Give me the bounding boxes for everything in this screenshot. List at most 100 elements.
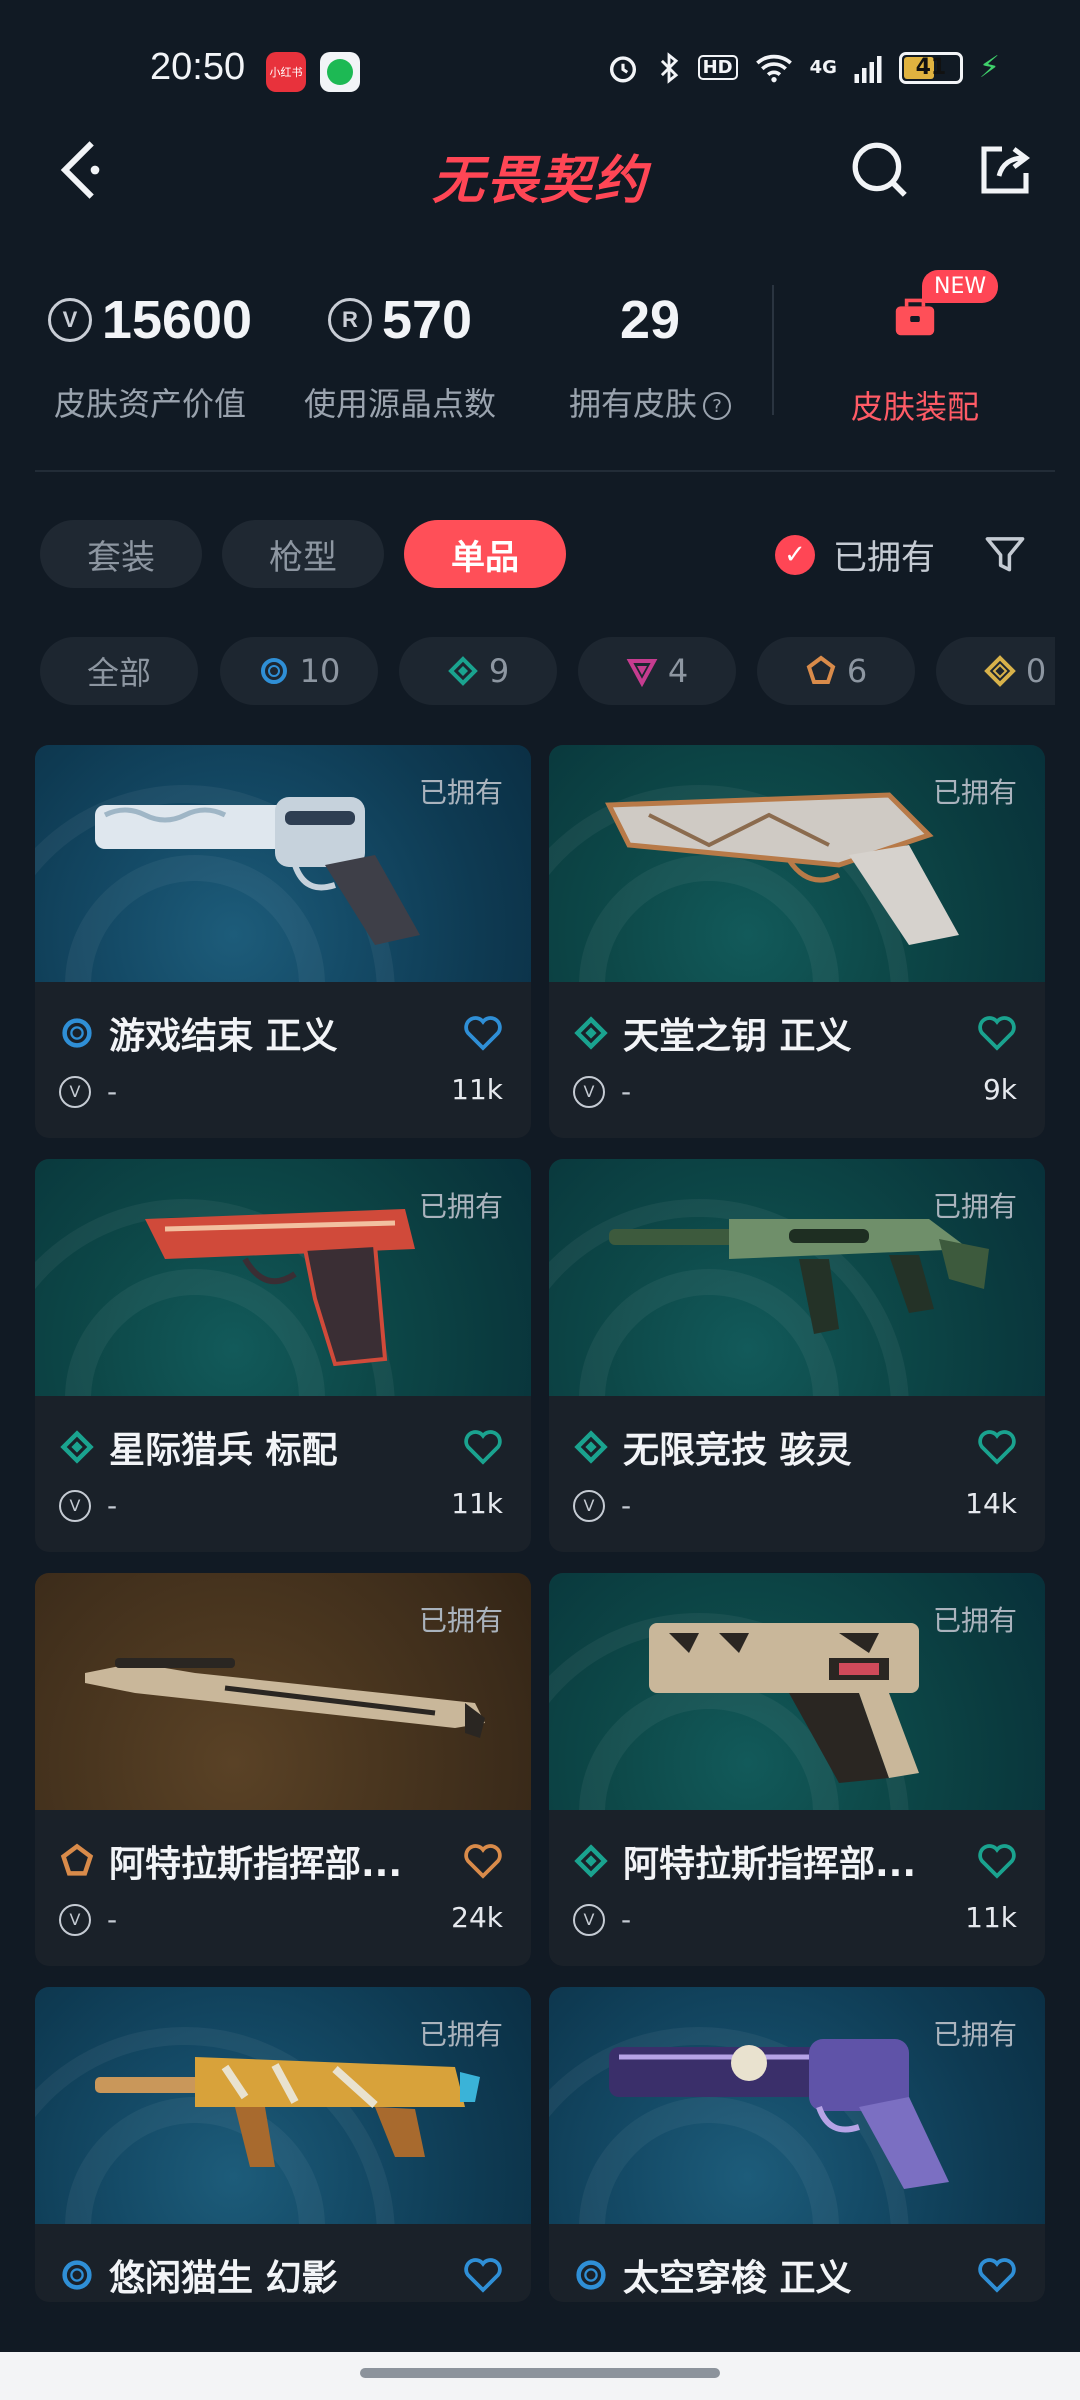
skin-card[interactable]: 已拥有 游戏结束 正义 V- 11k [35,745,531,1138]
like-count: 24k [451,1901,503,1934]
select-tier-icon [260,658,287,684]
tier-ultra-count: 0 [1025,652,1047,690]
owned-tag: 已拥有 [418,2018,503,2051]
skin-name-label: 无限竞技 骇灵 [623,1430,852,1471]
filter-funnel-icon [985,537,1025,572]
new-badge: NEW [922,270,999,303]
tier-chip-select[interactable]: 10 [220,637,378,705]
tab-single-items[interactable]: 单品 [404,520,566,588]
price-row: V- [59,1489,117,1522]
valorant-points-icon: V [573,1489,605,1522]
tab-weapon-types[interactable]: 枪型 [222,520,384,588]
skin-card[interactable]: 已拥有 天堂之钥 正义 V- 9k [549,745,1045,1138]
radianite-points-label: 使用源晶点数 [303,385,496,423]
deluxe-tier-icon [447,656,478,686]
skin-card[interactable]: 已拥有 太空穿梭 正义 [549,1987,1045,2302]
owned-tag: 已拥有 [418,1190,503,1223]
help-icon[interactable]: ? [703,392,731,420]
stats-panel: V 15600 皮肤资产价值 R 570 使用源晶点数 29 拥有皮肤? NEW 皮… [0,260,1080,460]
heart-icon[interactable] [977,1427,1017,1467]
signal-icon [854,55,882,83]
category-tabs: 套装 枪型 单品 [40,520,566,592]
share-button[interactable] [965,130,1045,210]
select-tier-icon [62,2260,92,2290]
price-value: - [621,1903,632,1936]
status-time: 20:50 [150,46,246,88]
owned-filter-toggle[interactable]: ✓ 已拥有 [775,530,935,579]
alarm-icon [609,55,636,82]
valorant-points-icon: V [59,1903,91,1936]
radianite-points-stat: R 570 使用源晶点数 [290,275,510,425]
tier-premium-count: 4 [667,652,689,690]
heart-icon[interactable] [463,1427,503,1467]
owned-filter-label: 已拥有 [833,538,935,578]
app-header: 无畏契约 [0,110,1080,230]
skin-name: 太空穿梭 正义 [573,2249,852,2301]
skin-card[interactable]: 已拥有 阿特拉斯指挥部... V- 11k [549,1573,1045,1966]
like-count: 11k [965,1901,1017,1934]
tier-select-count: 10 [299,652,341,690]
valorant-points-icon: V [573,1075,605,1108]
search-icon [852,142,907,197]
heart-icon[interactable] [977,1013,1017,1053]
section-divider [35,470,1055,472]
search-button[interactable] [840,130,920,210]
deluxe-tier-icon [574,1844,608,1878]
skin-image: 已拥有 [549,1987,1045,2224]
spotify-notification-icon [320,52,360,92]
skin-card[interactable]: 已拥有 阿特拉斯指挥部... V- 24k [35,1573,531,1966]
skin-image: 已拥有 [35,1159,531,1396]
skin-card[interactable]: 已拥有 无限竞技 骇灵 V- 14k [549,1159,1045,1552]
select-tier-icon [62,1018,92,1048]
tier-chip-all[interactable]: 全部 [40,637,198,705]
radianite-points: 570 [381,290,473,350]
status-bar: 20:50 小红书 HD 4G 41 ⚡ [0,0,1080,110]
valorant-points-icon: V [573,1903,605,1936]
skin-name: 阿特拉斯指挥部... [573,1835,916,1887]
like-count: 11k [451,1487,503,1520]
skins-owned-label: 拥有皮肤 [568,385,697,423]
home-indicator[interactable] [360,2368,720,2378]
skins-owned-stat[interactable]: 29 拥有皮肤? [555,275,745,425]
tier-chip-exclusive[interactable]: 6 [757,637,915,705]
tier-chip-deluxe[interactable]: 9 [399,637,557,705]
tab-bundles[interactable]: 套装 [40,520,202,588]
price-value: - [621,1489,632,1522]
skin-name: 游戏结束 正义 [59,1007,338,1059]
skin-outfit-button[interactable]: NEW 皮肤装配 [830,270,1000,428]
hd-label: HD [697,55,738,80]
valorant-points-icon: V [59,1075,91,1108]
price-value: - [107,1903,118,1936]
filter-button[interactable] [980,530,1030,580]
price-row: V- [573,1075,631,1108]
skin-image: 已拥有 [549,745,1045,982]
skin-name: 悠闲猫生 幻影 [59,2249,338,2301]
skin-image: 已拥有 [549,1159,1045,1396]
skin-card[interactable]: 已拥有 悠闲猫生 幻影 [35,1987,531,2302]
skin-name: 星际猎兵 标配 [59,1421,338,1473]
radianite-icon: R [327,298,372,342]
status-icons: HD 4G 41 ⚡ [606,50,1000,85]
stats-divider [772,285,774,415]
heart-icon[interactable] [463,1841,503,1881]
asset-value: 15600 [101,290,253,350]
skins-owned-count: 29 [619,290,681,350]
price-value: - [107,1075,118,1108]
tier-chip-premium[interactable]: 4 [578,637,736,705]
exclusive-tier-icon [806,655,836,684]
deluxe-tier-icon [574,1430,608,1464]
like-count: 9k [982,1073,1017,1106]
heart-icon[interactable] [463,1013,503,1053]
skin-name: 阿特拉斯指挥部... [59,1835,402,1887]
tier-chip-ultra[interactable]: 0 [936,637,1055,705]
skin-collection-page: 20:50 小红书 HD 4G 41 ⚡ 无畏契约 V 15600 皮肤资产价值… [0,0,1080,2400]
heart-icon[interactable] [977,1841,1017,1881]
checkmark-icon: ✓ [775,534,815,575]
skin-card[interactable]: 已拥有 星际猎兵 标配 V- 11k [35,1159,531,1552]
price-row: V- [59,1075,117,1108]
heart-icon[interactable] [977,2255,1017,2295]
share-icon [981,146,1030,194]
skin-name-label: 星际猎兵 标配 [109,1430,338,1471]
heart-icon[interactable] [463,2255,503,2295]
deluxe-tier-icon [60,1430,94,1464]
